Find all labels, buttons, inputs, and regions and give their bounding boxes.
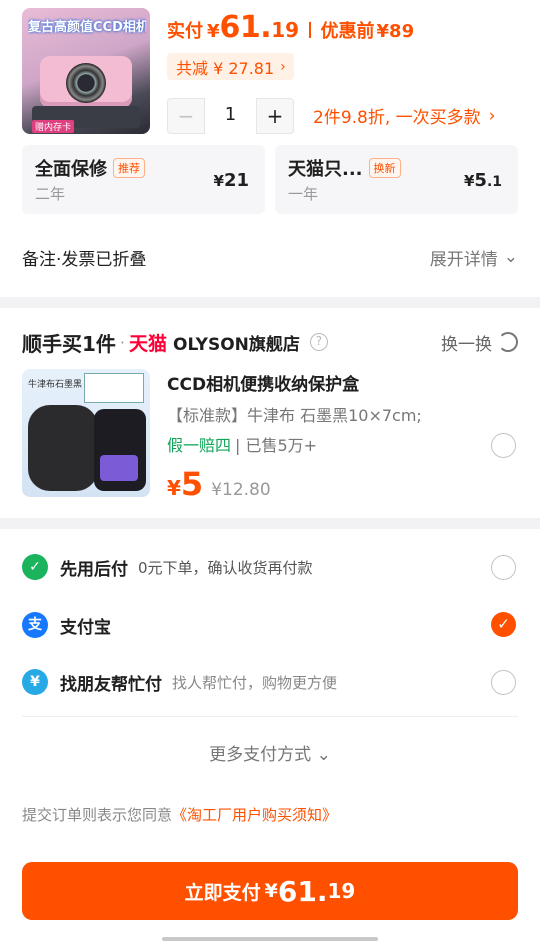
service-price-currency: ¥ xyxy=(463,172,475,190)
service-price-integer: 21 xyxy=(223,170,249,191)
pay-later-radio[interactable] xyxy=(491,555,516,580)
service-price: ¥5.1 xyxy=(464,170,502,191)
service-card-warranty[interactable]: 全面保修 推荐 二年 ¥21 xyxy=(22,145,265,214)
payment-method-pay-later[interactable]: ✓ 先用后付 0元下单，确认收货再付款 xyxy=(22,547,518,587)
thumbnail-tag: 赠内存卡 xyxy=(32,120,75,133)
chevron-right-icon: › xyxy=(280,58,286,75)
payable-currency: ¥ xyxy=(207,21,220,42)
pay-now-currency: ¥ xyxy=(264,880,278,902)
pay-now-button[interactable]: 立即支付 ¥ 61. 19 xyxy=(22,862,518,920)
thumbnail-caption: 牛津布石墨黑 xyxy=(28,380,83,390)
case-closed-graphic xyxy=(28,405,98,491)
friend-pay-icon: ¥ xyxy=(22,669,48,695)
help-icon[interactable]: ? xyxy=(309,333,328,351)
pay-now-decimal: 19 xyxy=(327,879,356,903)
addon-item-title[interactable]: CCD相机便携收纳保护盒 xyxy=(167,370,359,395)
price-separator xyxy=(309,22,311,38)
addon-title: 顺手买1件 xyxy=(22,331,116,356)
section-divider xyxy=(0,297,540,308)
product-thumbnail[interactable]: 复古高颜值CCD相机 赠内存卡 xyxy=(22,8,150,134)
service-title: 天猫只... 换新 xyxy=(288,155,401,181)
pay-later-icon: ✓ xyxy=(22,554,48,580)
refresh-icon xyxy=(498,332,518,352)
swap-item-button[interactable]: 换一换 xyxy=(441,330,518,355)
price-currency: ¥ xyxy=(167,476,181,500)
agreement-prefix: 提交订单则表示您同意 xyxy=(22,806,173,824)
decrease-quantity-button[interactable]: − xyxy=(168,104,204,128)
addon-item-tags: 假一赔四 | 已售5万+ xyxy=(167,432,317,456)
multi-buy-promo-link[interactable]: 2件9.8折, 一次买多款 › xyxy=(313,103,496,129)
payment-method-desc: 0元下单，确认收货再付款 xyxy=(138,558,313,577)
addon-original-price: ¥12.80 xyxy=(211,480,271,500)
chevron-right-icon: › xyxy=(488,105,496,126)
alipay-icon: 支 xyxy=(22,612,48,638)
swap-label: 换一换 xyxy=(441,334,492,355)
expand-details-button[interactable]: 展开详情 ⌄ xyxy=(430,245,518,270)
service-price-integer: 5 xyxy=(474,170,487,191)
service-price-currency: ¥ xyxy=(213,172,224,190)
service-duration: 一年 xyxy=(288,185,319,203)
friend-pay-radio[interactable] xyxy=(491,670,516,695)
discount-text: 共减 ¥ 27.81 xyxy=(176,58,275,78)
original-price-value: ¥89 xyxy=(376,21,415,42)
chevron-down-icon: ⌄ xyxy=(503,247,518,267)
quantity-stepper[interactable]: − 1 + xyxy=(167,98,294,134)
alipay-radio-checked[interactable]: ✓ xyxy=(491,612,516,637)
pay-now-label: 立即支付 xyxy=(184,881,261,904)
payable-decimal: 19 xyxy=(271,18,300,42)
checkout-page: 复古高颜值CCD相机 赠内存卡 实付 ¥ 61. 19 优惠前 ¥89 共减 ¥… xyxy=(0,0,540,943)
service-price-decimal: .1 xyxy=(486,174,502,190)
service-title: 全面保修 推荐 xyxy=(35,155,145,181)
addon-current-price: ¥5 xyxy=(167,465,203,503)
addon-item-price: ¥5 ¥12.80 xyxy=(167,465,271,503)
discount-detail-button[interactable]: 共减 ¥ 27.81 › xyxy=(167,53,294,80)
payment-method-name: 先用后付 xyxy=(60,559,128,580)
promo-text: 2件9.8折, 一次买多款 xyxy=(313,108,481,128)
price-value: 5 xyxy=(180,465,204,503)
service-name: 全面保修 xyxy=(35,159,107,180)
service-card-replacement[interactable]: 天猫只... 换新 一年 ¥5.1 xyxy=(275,145,518,214)
payment-method-alipay[interactable]: 支 支付宝 xyxy=(22,605,518,645)
addon-item-sku: 【标准款】牛津布 石墨黑10×7cm; xyxy=(167,406,422,425)
payment-method-friend-pay[interactable]: ¥ 找朋友帮忙付 找人帮忙付，购物更方便 xyxy=(22,662,518,702)
increase-quantity-button[interactable]: + xyxy=(257,104,293,128)
payable-integer: 61. xyxy=(219,10,272,45)
agreement-text: 提交订单则表示您同意《淘工厂用户购买须知》 xyxy=(22,804,337,825)
payable-label: 实付 xyxy=(167,21,203,42)
notes-invoice-row[interactable]: 备注·发票已折叠 展开详情 ⌄ xyxy=(22,232,518,282)
pay-now-integer: 61. xyxy=(277,874,328,908)
tmall-logo: 天猫 xyxy=(129,332,168,355)
payment-method-name: 找朋友帮忙付 xyxy=(60,674,162,695)
service-price: ¥21 xyxy=(214,170,250,191)
service-badge: 换新 xyxy=(368,158,401,178)
home-indicator xyxy=(162,937,378,941)
original-price-label: 优惠前 xyxy=(320,21,375,42)
store-name: OLYSON旗舰店 xyxy=(173,334,300,355)
service-duration: 二年 xyxy=(35,185,66,203)
payable-amount-row: 实付 ¥ 61. 19 优惠前 ¥89 xyxy=(167,10,414,50)
addon-item-thumbnail[interactable]: 牛津布石墨黑 xyxy=(22,369,150,497)
guarantee-tag: 假一赔四 xyxy=(167,436,232,455)
thumbnail-caption: 复古高颜值CCD相机 xyxy=(28,20,146,35)
addon-header: 顺手买1件 · 天猫 OLYSON旗舰店 ? 换一换 xyxy=(22,326,518,358)
spec-table-graphic xyxy=(84,373,144,403)
divider xyxy=(22,716,518,717)
notes-invoice-label: 备注·发票已折叠 xyxy=(22,249,147,270)
payment-method-name: 支付宝 xyxy=(60,617,111,638)
service-badge: 推荐 xyxy=(113,158,145,178)
expand-details-label: 展开详情 xyxy=(429,249,498,270)
sold-count: | 已售5万+ xyxy=(235,436,318,455)
service-name: 天猫只... xyxy=(288,159,363,180)
section-divider xyxy=(0,518,540,529)
title-dot: · xyxy=(119,332,126,352)
payment-method-desc: 找人帮忙付，购物更方便 xyxy=(172,673,338,692)
quantity-input[interactable]: 1 xyxy=(204,98,257,134)
addon-select-radio[interactable] xyxy=(491,433,516,458)
agreement-link[interactable]: 《淘工厂用户购买须知》 xyxy=(172,806,337,824)
camera-lens-graphic xyxy=(66,63,106,103)
more-payment-methods-button[interactable]: 更多支付方式 ⌄ xyxy=(0,740,540,765)
camera-in-case-graphic xyxy=(100,455,138,481)
